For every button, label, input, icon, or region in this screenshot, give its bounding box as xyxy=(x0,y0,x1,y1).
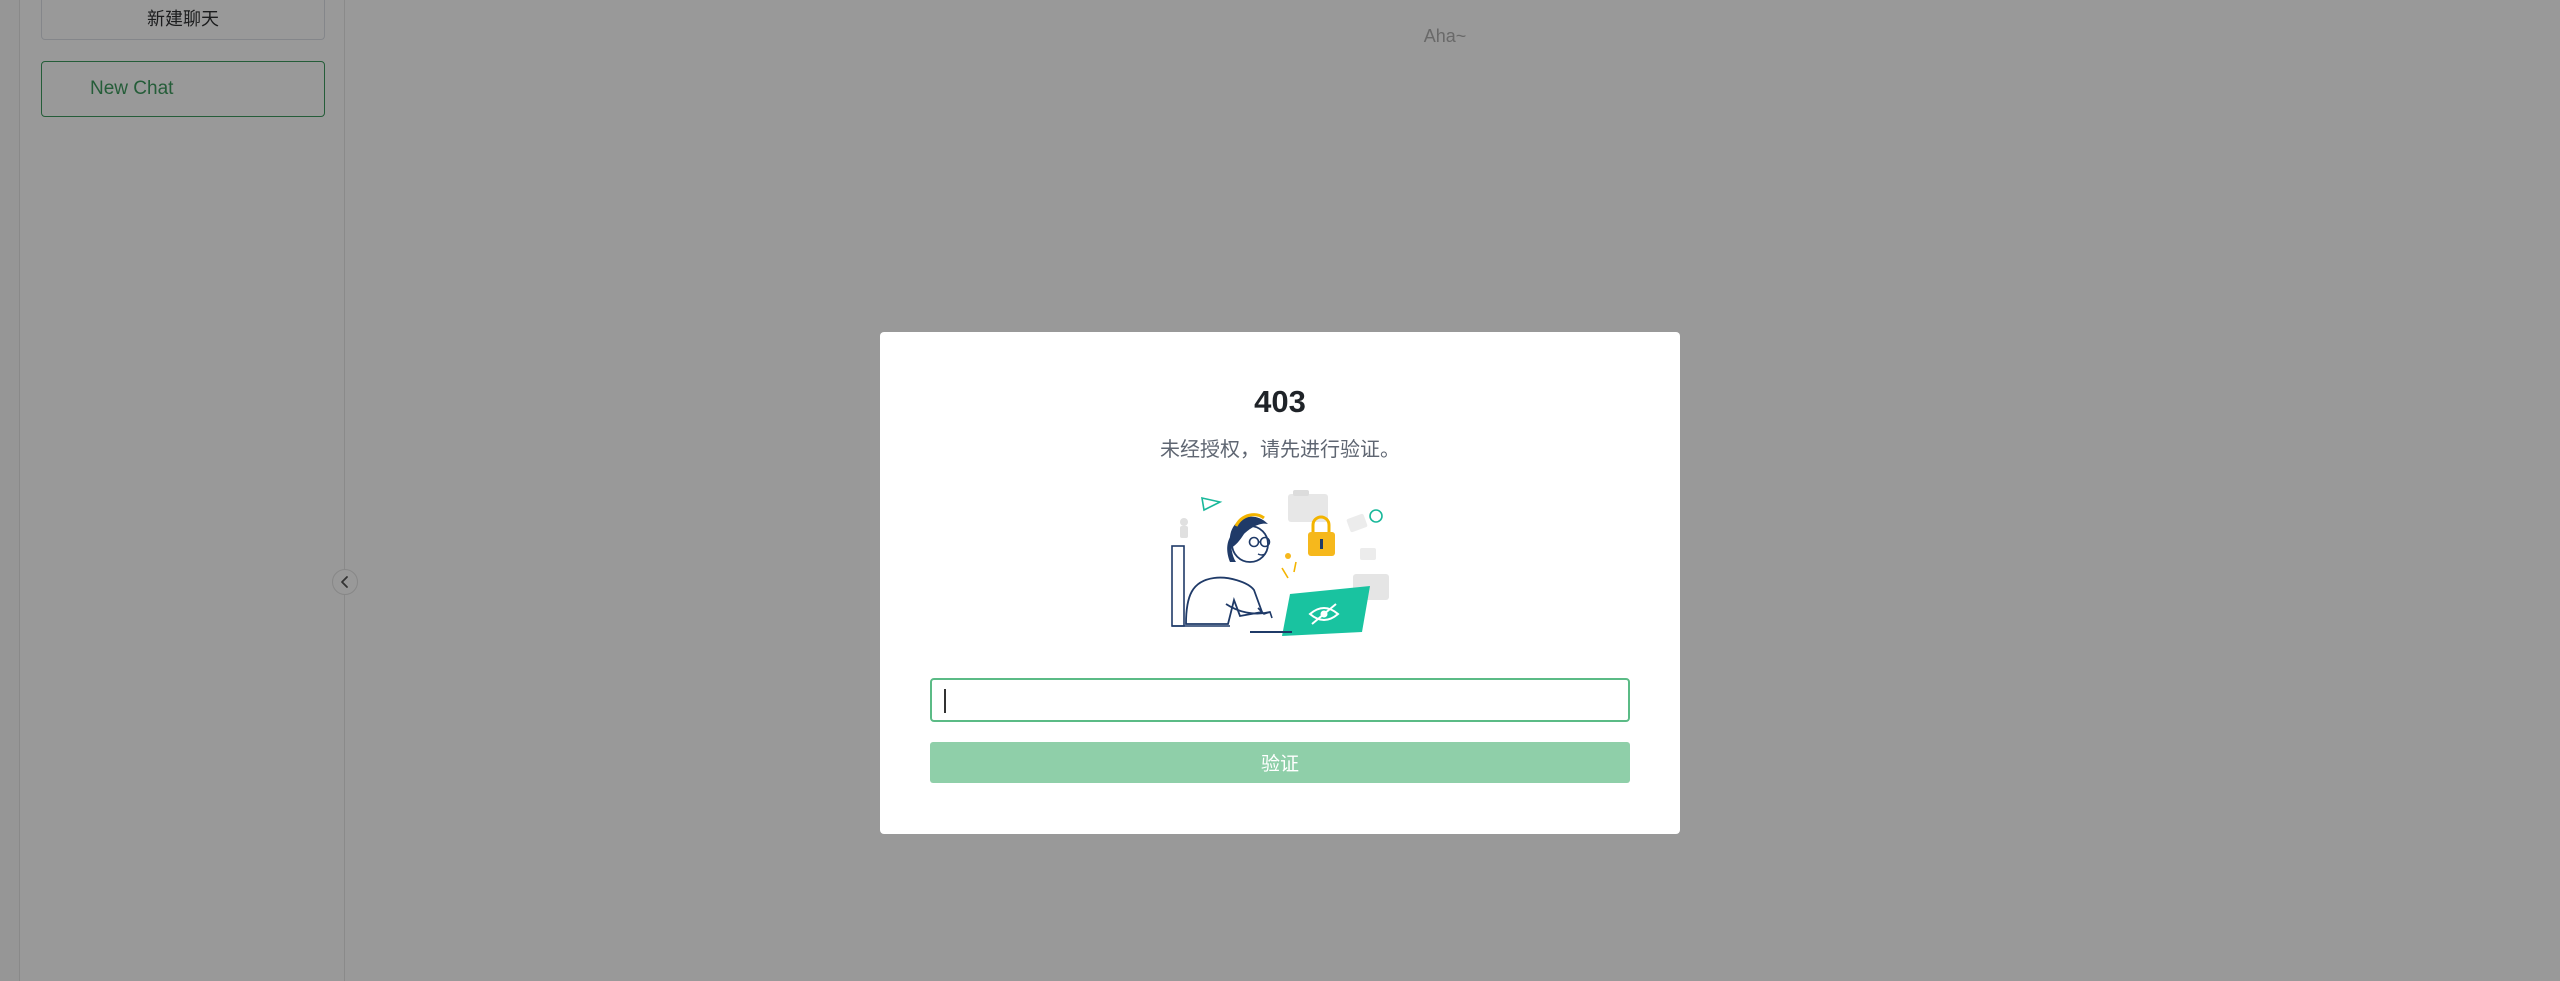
app-root: 新建聊天 New Chat Aha~ 403 未经授权，请先进行验证。 验证 xyxy=(0,0,2560,981)
auth-dialog: 403 未经授权，请先进行验证。 验证 xyxy=(880,332,1680,834)
dialog-title: 403 xyxy=(1254,384,1306,419)
verify-button-label: 验证 xyxy=(1260,754,1299,775)
text-caret xyxy=(944,689,946,713)
access-code-input[interactable] xyxy=(930,678,1630,722)
dialog-subtitle: 未经授权，请先进行验证。 xyxy=(1160,439,1400,461)
verify-button[interactable]: 验证 xyxy=(930,742,1630,783)
unauthorized-illustration xyxy=(1171,490,1389,636)
